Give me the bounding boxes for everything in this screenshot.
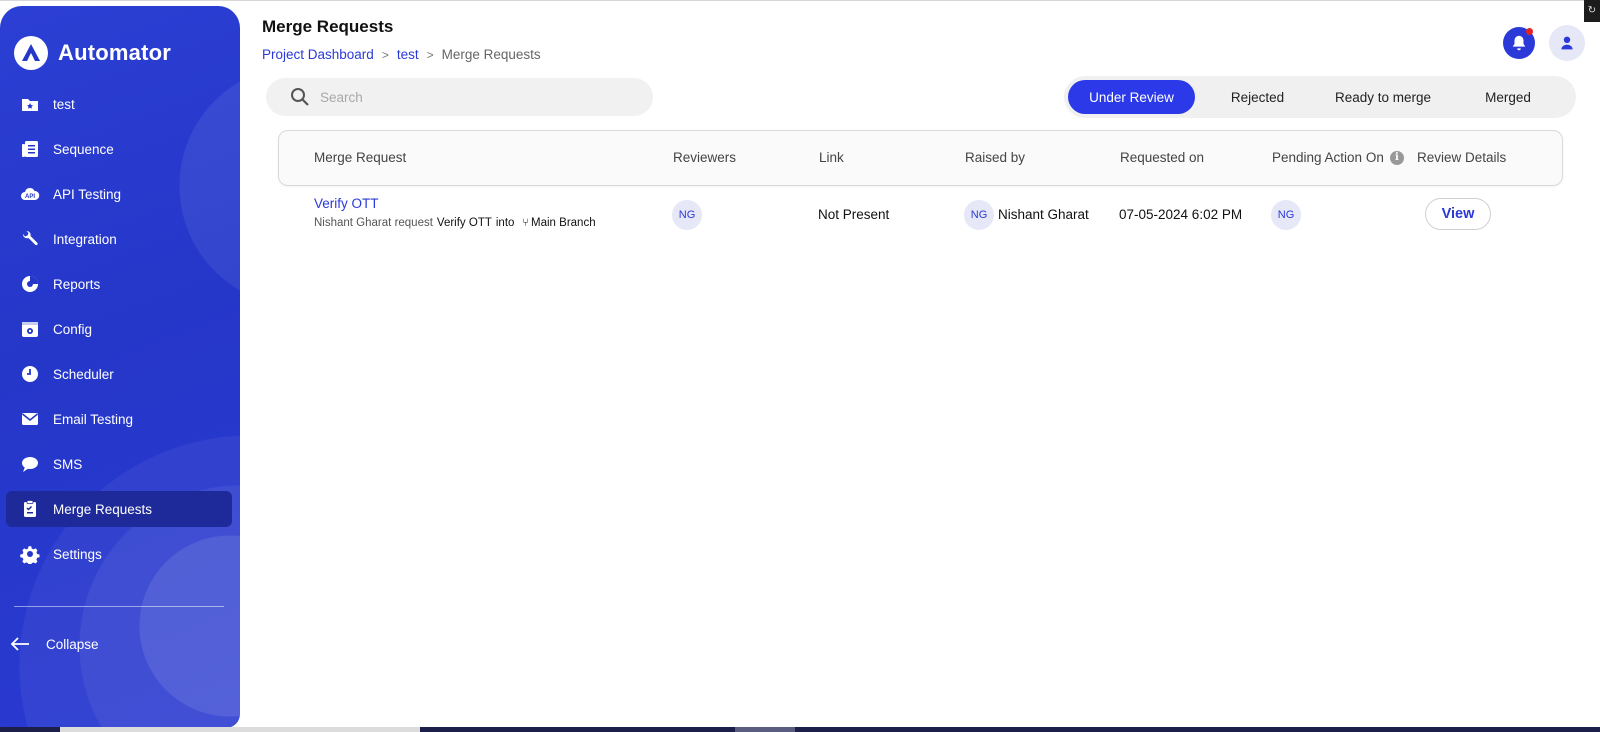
sidebar: Automator test Sequence API API Testing …	[0, 6, 240, 728]
target-branch: Main Branch	[531, 217, 596, 229]
reviewer-avatar: NG	[672, 200, 702, 230]
column-header-reviewers: Reviewers	[673, 150, 737, 165]
sidebar-item-label: Reports	[53, 276, 101, 292]
merge-request-title-link[interactable]: Verify OTT	[314, 196, 379, 211]
search-box	[266, 78, 653, 116]
clock-icon	[20, 364, 40, 384]
sidebar-item-label: Email Testing	[53, 411, 134, 427]
corner-widget[interactable]: ↻	[1584, 0, 1600, 22]
config-calendar-icon	[20, 319, 40, 339]
sidebar-item-label: Settings	[53, 546, 102, 562]
table-header: Merge Request Reviewers Link Raised by R…	[278, 130, 1563, 186]
search-input[interactable]	[320, 89, 620, 105]
request-word: request	[394, 217, 433, 229]
sidebar-item-scheduler[interactable]: Scheduler	[6, 356, 232, 392]
taskbar-segment	[735, 727, 795, 732]
pie-chart-icon	[20, 274, 40, 294]
column-header-raised-by: Raised by	[965, 150, 1026, 165]
tab-rejected[interactable]: Rejected	[1195, 80, 1320, 114]
breadcrumb: Project Dashboard > test > Merge Request…	[262, 47, 541, 62]
breadcrumb-separator: >	[381, 47, 389, 62]
sidebar-item-config[interactable]: Config	[6, 311, 232, 347]
taskbar-segment	[60, 727, 420, 732]
request-name: Verify OTT	[436, 217, 492, 229]
folder-star-icon	[20, 94, 40, 114]
merge-request-description: Nishant Gharat request Verify OTT into ⑂…	[314, 217, 596, 229]
column-header-label: Pending Action On	[1272, 150, 1384, 165]
view-button[interactable]: View	[1425, 198, 1491, 230]
breadcrumb-separator: >	[426, 47, 434, 62]
sidebar-item-label: Merge Requests	[53, 501, 153, 517]
sidebar-item-label: SMS	[53, 456, 83, 472]
column-header-link: Link	[819, 150, 844, 165]
taskbar	[0, 727, 1600, 732]
sidebar-item-reports[interactable]: Reports	[6, 266, 232, 302]
tab-merged[interactable]: Merged	[1446, 80, 1570, 114]
column-header-requested-on: Requested on	[1120, 150, 1205, 165]
gear-icon	[20, 544, 40, 564]
table-row: Verify OTT Nishant Gharat request Verify…	[278, 192, 1563, 238]
sidebar-item-settings[interactable]: Settings	[6, 536, 232, 572]
link-value: Not Present	[818, 207, 890, 222]
sidebar-item-label: test	[53, 96, 75, 112]
sidebar-item-api-testing[interactable]: API API Testing	[6, 176, 232, 212]
column-header-merge-request: Merge Request	[314, 150, 407, 165]
breadcrumb-project-dashboard[interactable]: Project Dashboard	[262, 47, 374, 62]
brand: Automator	[14, 36, 171, 70]
sidebar-item-test[interactable]: test	[6, 86, 232, 122]
chat-bubble-icon	[20, 454, 40, 474]
tab-under-review[interactable]: Under Review	[1068, 80, 1195, 114]
collapse-button[interactable]: Collapse	[10, 636, 99, 652]
sidebar-item-email-testing[interactable]: Email Testing	[6, 401, 232, 437]
svg-text:API: API	[25, 194, 35, 200]
pending-action-avatar: NG	[1271, 200, 1301, 230]
column-header-review-details: Review Details	[1417, 150, 1507, 165]
sidebar-item-label: Sequence	[53, 141, 114, 157]
sidebar-item-merge-requests[interactable]: Merge Requests	[6, 491, 232, 527]
envelope-icon	[20, 409, 40, 429]
sidebar-item-sms[interactable]: SMS	[6, 446, 232, 482]
user-profile-button[interactable]	[1549, 25, 1585, 61]
requester-name: Nishant Gharat	[314, 217, 392, 229]
sidebar-item-sequence[interactable]: Sequence	[6, 131, 232, 167]
column-header-pending-action-on: Pending Action On i	[1272, 150, 1404, 165]
git-branch-icon: ⑂	[522, 217, 530, 229]
status-tabs: Under Review Rejected Ready to merge Mer…	[1064, 76, 1576, 118]
page-title: Merge Requests	[262, 17, 394, 36]
sidebar-nav: test Sequence API API Testing Integratio…	[6, 86, 232, 581]
arrow-left-icon	[10, 637, 29, 651]
tab-ready-to-merge[interactable]: Ready to merge	[1320, 80, 1446, 114]
into-word: into	[495, 217, 515, 229]
breadcrumb-current: Merge Requests	[441, 47, 541, 62]
sidebar-item-label: Scheduler	[53, 366, 114, 382]
requested-on-value: 07-05-2024 6:02 PM	[1119, 207, 1243, 222]
app-name: Automator	[58, 40, 172, 65]
bell-icon	[1512, 35, 1526, 51]
wrench-icon	[20, 229, 40, 249]
user-icon	[1561, 36, 1573, 50]
cloud-api-icon: API	[20, 184, 40, 204]
sidebar-item-label: Integration	[53, 231, 117, 247]
raised-by-name: Nishant Gharat	[998, 207, 1089, 222]
notifications-button[interactable]	[1503, 27, 1535, 59]
info-icon[interactable]: i	[1389, 150, 1404, 165]
sidebar-item-label: API Testing	[53, 186, 122, 202]
notification-badge	[1526, 28, 1533, 35]
sidebar-item-integration[interactable]: Integration	[6, 221, 232, 257]
window-top-border	[0, 0, 1600, 6]
sidebar-item-label: Config	[53, 321, 93, 337]
collapse-label: Collapse	[46, 636, 99, 652]
sidebar-divider	[14, 606, 224, 607]
clipboard-icon	[20, 499, 40, 519]
search-icon	[291, 88, 309, 106]
list-document-icon	[20, 139, 40, 159]
automator-logo-icon	[14, 36, 48, 70]
breadcrumb-project[interactable]: test	[397, 47, 419, 62]
raised-by-avatar: NG	[964, 200, 994, 230]
